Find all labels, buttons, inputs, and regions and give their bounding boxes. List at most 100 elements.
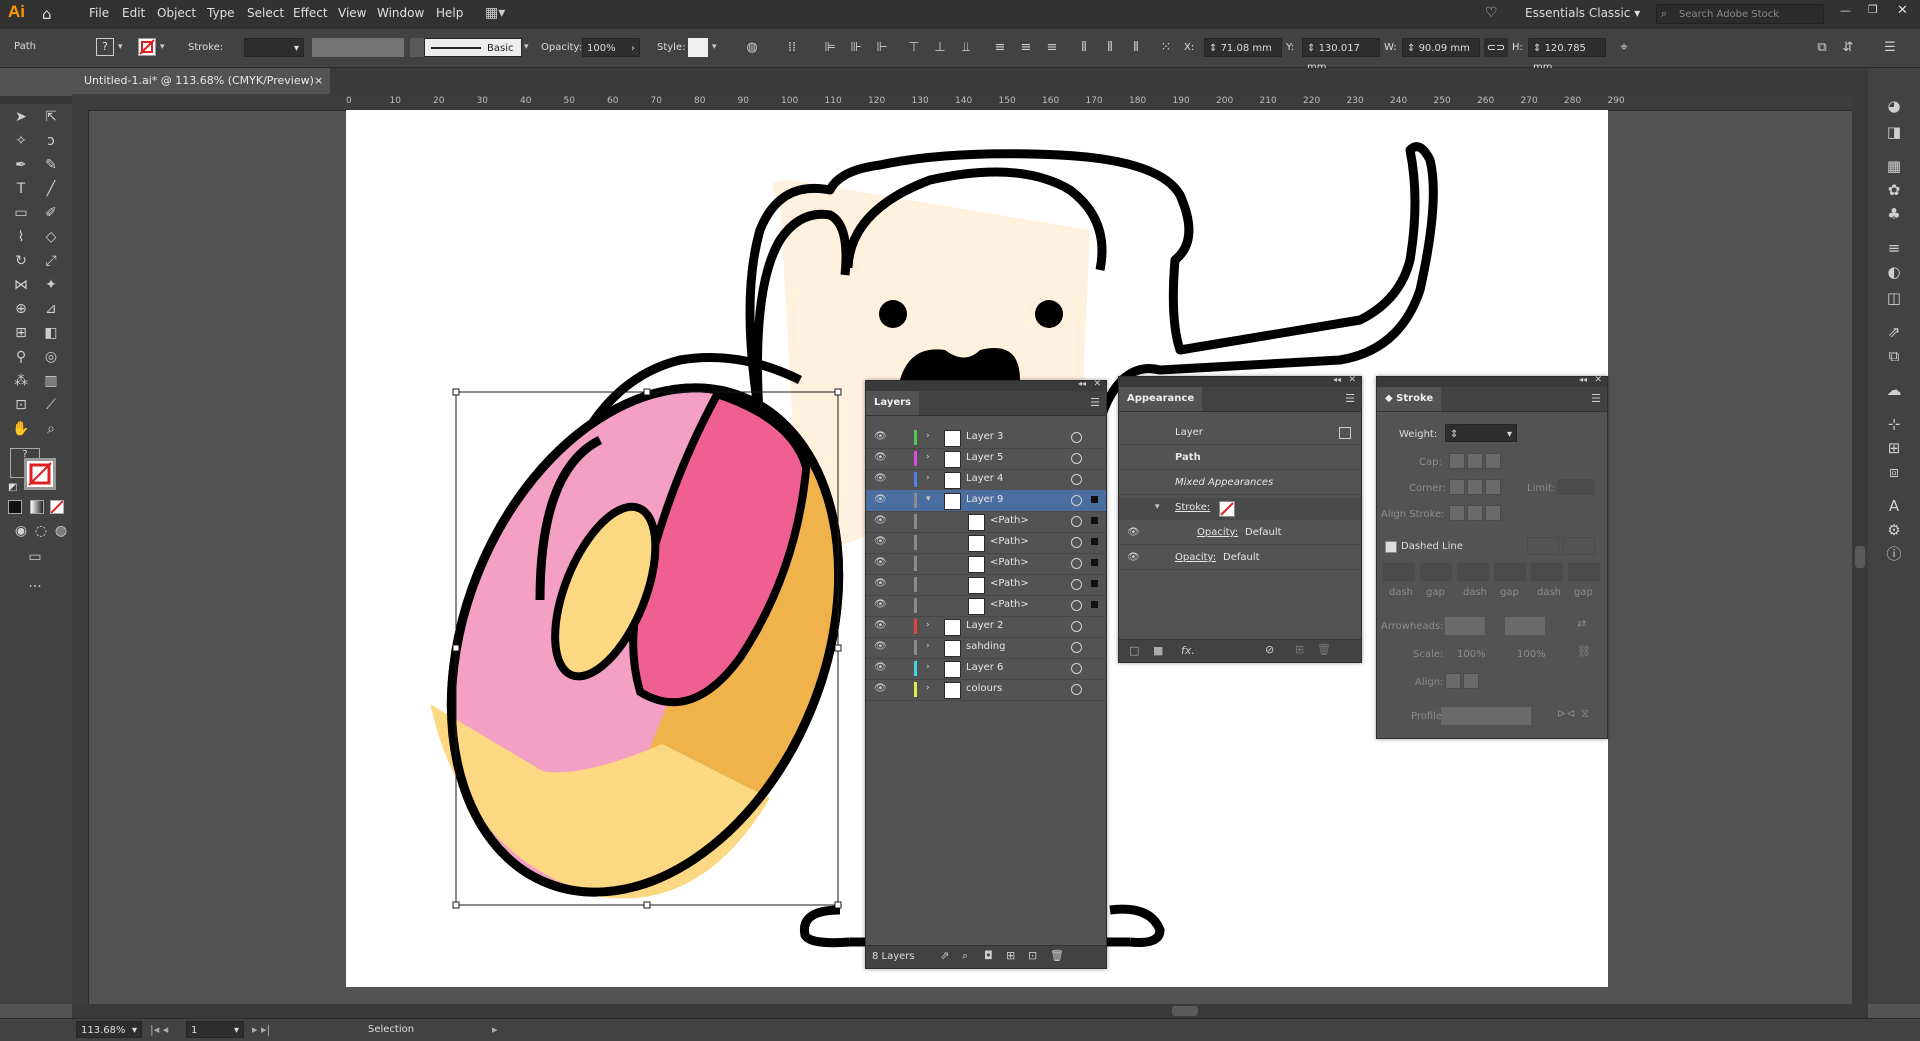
color-guide-icon[interactable]: ◨	[1868, 120, 1920, 144]
properties-icon[interactable]: ⚙	[1868, 518, 1920, 542]
blend-tool-icon[interactable]: ◎	[38, 346, 64, 368]
eye-icon[interactable]: 👁	[874, 620, 887, 631]
butt-cap-icon[interactable]	[1449, 453, 1465, 469]
rectangle-tool-icon[interactable]: ▭	[8, 202, 34, 224]
stroke-icon[interactable]: ≡	[1868, 236, 1920, 260]
none-mode-icon[interactable]	[50, 500, 64, 514]
layer-name[interactable]: sahding	[966, 641, 1006, 652]
clipping-mask-icon[interactable]: ◘	[984, 949, 993, 962]
eye-icon[interactable]: 👁	[874, 662, 887, 673]
layer-row[interactable]: 👁 › Layer 6	[866, 658, 1106, 680]
target-icon[interactable]	[1071, 516, 1082, 527]
horizontal-scrollbar[interactable]	[72, 1004, 1868, 1018]
layer-row[interactable]: 👁 › sahding	[866, 637, 1106, 659]
pathfinder-icon[interactable]: ⧈	[1868, 460, 1920, 484]
end-arrowhead-select[interactable]	[1505, 617, 1545, 635]
distribute-hcenter-icon[interactable]: ⫴	[1100, 38, 1120, 58]
transform-panel-icon[interactable]: ⊹	[1868, 412, 1920, 436]
maximize-button[interactable]: ❐	[1868, 3, 1878, 16]
layers-tab[interactable]: Layers	[866, 391, 919, 415]
layer-name[interactable]: Layer 2	[966, 620, 1003, 631]
target-icon[interactable]	[1071, 600, 1082, 611]
arrange-documents-icon[interactable]: ▦▾	[485, 5, 505, 21]
lasso-tool-icon[interactable]: ↄ	[38, 130, 64, 152]
close-panel-icon[interactable]: ✕	[1093, 379, 1101, 389]
layer-name[interactable]: <Path>	[990, 515, 1029, 526]
stroke-opacity-label[interactable]: Opacity:	[1197, 527, 1238, 538]
target-icon[interactable]	[1071, 558, 1082, 569]
symbols-icon[interactable]: ♣	[1868, 202, 1920, 226]
color-icon[interactable]: ◕	[1868, 94, 1920, 118]
home-icon[interactable]: ⌂	[42, 5, 52, 23]
add-effect-icon[interactable]: fx.	[1181, 644, 1195, 657]
artboard-number-field[interactable]: 1 ▾	[186, 1021, 244, 1038]
collapse-icon[interactable]: ◂◂	[1333, 375, 1341, 384]
round-cap-icon[interactable]	[1467, 453, 1483, 469]
layer-name[interactable]: colours	[966, 683, 1002, 694]
layer-row[interactable]: 👁 <Path>	[866, 511, 1106, 533]
swap-arrowheads-icon[interactable]: ⇄	[1577, 617, 1586, 630]
end-scale-value[interactable]: 100%	[1517, 649, 1546, 660]
arrow-extend-icon[interactable]	[1445, 673, 1461, 689]
dash-gap-field[interactable]	[1568, 563, 1600, 581]
width-tool-icon[interactable]: ⋈	[8, 274, 34, 296]
eye-icon[interactable]: 👁	[874, 557, 887, 568]
menu-edit[interactable]: Edit	[122, 6, 145, 20]
delete-item-icon[interactable]: 🗑	[1317, 643, 1331, 656]
type-tool-icon[interactable]: T	[8, 178, 34, 200]
stock-search[interactable]: ⌕ Search Adobe Stock	[1656, 4, 1824, 24]
layer-name[interactable]: <Path>	[990, 536, 1029, 547]
layer-name[interactable]: <Path>	[990, 557, 1029, 568]
align-dash-icon[interactable]	[1563, 537, 1595, 555]
graphic-style-swatch[interactable]	[688, 38, 708, 57]
target-icon[interactable]	[1071, 537, 1082, 548]
recolor-artwork-icon[interactable]: ◍	[742, 38, 762, 58]
stroke-weight-field[interactable]: ▾	[244, 38, 304, 57]
chevron-down-icon[interactable]: ▾	[524, 42, 529, 52]
stroke-none-swatch[interactable]	[1219, 501, 1235, 517]
chevron-right-icon[interactable]: ›	[926, 662, 930, 672]
stroke-color-box[interactable]	[24, 458, 56, 490]
curvature-tool-icon[interactable]: ✎	[38, 154, 64, 176]
target-icon[interactable]	[1071, 621, 1082, 632]
limit-field[interactable]	[1557, 479, 1595, 495]
appearance-tab[interactable]: Appearance	[1119, 387, 1203, 411]
workspace-switcher[interactable]: Essentials Classic ▾	[1525, 6, 1640, 20]
flip-across-icon[interactable]: ⧖	[1581, 707, 1589, 721]
appearance-panel-header[interactable]: ◂◂ ✕	[1119, 375, 1361, 387]
bevel-join-icon[interactable]	[1485, 479, 1501, 495]
lightbulb-icon[interactable]: ♡	[1485, 5, 1498, 21]
weight-field[interactable]: ⇕ ▾	[1445, 424, 1517, 442]
horizontal-scroll-thumb[interactable]	[1172, 1006, 1198, 1016]
column-graph-tool-icon[interactable]: ▥	[38, 370, 64, 392]
align-panel-icon[interactable]: ⊞	[1868, 436, 1920, 460]
rotate-tool-icon[interactable]: ↻	[8, 250, 34, 272]
arrow-place-icon[interactable]	[1463, 673, 1479, 689]
gradient-mode-icon[interactable]	[30, 500, 44, 514]
shaper-tool-icon[interactable]: ⌇	[8, 226, 34, 248]
eye-icon[interactable]: 👁	[1127, 527, 1140, 538]
close-tab-icon[interactable]: ×	[314, 68, 323, 94]
target-icon[interactable]	[1071, 474, 1082, 485]
panel-menu-icon[interactable]: ☰	[1090, 396, 1100, 409]
menu-window[interactable]: Window	[377, 6, 424, 20]
dash-gap-field[interactable]	[1531, 563, 1563, 581]
zoom-tool-icon[interactable]: ⌕	[38, 418, 64, 440]
layer-name[interactable]: Layer 5	[966, 452, 1003, 463]
draw-inside-icon[interactable]: ◍	[48, 520, 74, 542]
menu-select[interactable]: Select	[247, 6, 284, 20]
swatches-icon[interactable]: ▦	[1868, 154, 1920, 178]
chevron-right-icon[interactable]: ›	[926, 620, 930, 630]
artboards-icon[interactable]: ⧉	[1868, 344, 1920, 368]
scale-tool-icon[interactable]: ⤢	[38, 250, 64, 272]
target-icon[interactable]	[1071, 684, 1082, 695]
target-icon[interactable]	[1071, 453, 1082, 464]
close-panel-icon[interactable]: ✕	[1348, 375, 1356, 385]
chevron-down-icon[interactable]: ▾	[118, 42, 123, 52]
opacity-label[interactable]: Opacity:	[1175, 552, 1216, 563]
distribute-right-icon[interactable]: ⫴	[1126, 38, 1146, 58]
align-vcenter-icon[interactable]: ⊥	[930, 38, 950, 58]
default-colors-icon[interactable]: ◩	[8, 482, 17, 493]
chevron-right-icon[interactable]: ›	[926, 452, 930, 462]
x-field[interactable]: ⇕ 71.08 mm	[1204, 38, 1282, 57]
